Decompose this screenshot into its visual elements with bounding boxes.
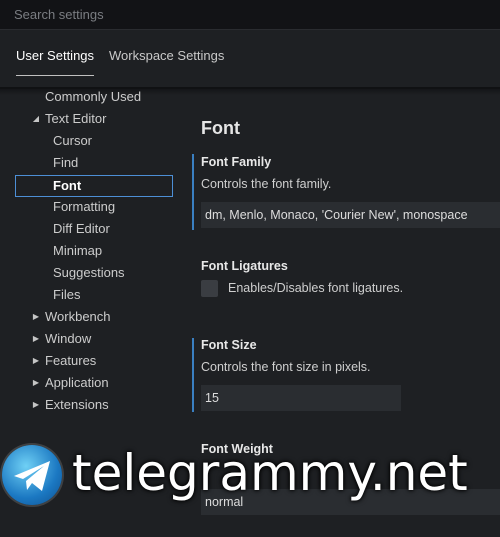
tree-item-diff-editor[interactable]: Diff Editor	[53, 218, 110, 240]
chevron-right-icon: ▶	[32, 378, 40, 387]
setting-font-ligatures: Font Ligatures Enables/Disables font lig…	[190, 258, 500, 304]
search-input[interactable]	[0, 0, 500, 29]
setting-font-size: Font Size Controls the font size in pixe…	[190, 338, 500, 412]
tree-item-label: Minimap	[53, 243, 103, 258]
tree-item-window[interactable]: ▶ Window	[33, 328, 92, 350]
setting-description: Enables/Disables font ligatures.	[228, 281, 404, 295]
tree-item-features[interactable]: ▶ Features	[33, 350, 97, 372]
tree-item-font[interactable]: Font	[15, 175, 173, 197]
paper-plane-icon	[14, 461, 50, 491]
tab-user-settings[interactable]: User Settings	[16, 48, 95, 76]
search-bar	[0, 0, 500, 30]
tree-item-label: Files	[53, 287, 81, 302]
chevron-right-icon: ▶	[32, 356, 40, 365]
tree-item-label: Suggestions	[53, 265, 125, 280]
tree-item-label: Features	[45, 353, 97, 368]
tree-item-formatting[interactable]: Formatting	[53, 196, 115, 218]
watermark-text: telegrammy.net	[72, 444, 468, 502]
tree-item-label: Application	[45, 375, 109, 390]
tree-item-label: Formatting	[53, 199, 116, 214]
setting-description: Controls the font family.	[201, 177, 332, 191]
tree-item-label: Extensions	[45, 397, 109, 412]
chevron-right-icon: ▶	[32, 312, 40, 321]
active-tab-underline	[16, 75, 95, 76]
font-size-input[interactable]: 15	[201, 385, 401, 411]
setting-focus-indicator	[192, 154, 194, 230]
tree-item-label: Font	[53, 178, 82, 193]
font-ligatures-checkbox[interactable]	[201, 280, 218, 297]
settings-tabs: User Settings Workspace Settings	[0, 30, 500, 88]
tree-item-commonly-used[interactable]: Commonly Used	[45, 86, 141, 108]
section-title: Font	[201, 118, 240, 138]
tree-item-label: Text Editor	[45, 111, 107, 126]
tab-label: User Settings	[16, 48, 95, 63]
tree-item-extensions[interactable]: ▶ Extensions	[33, 394, 109, 416]
tree-item-application[interactable]: ▶ Application	[33, 372, 109, 394]
tree-item-label: Find	[53, 155, 79, 170]
tree-item-label: Workbench	[45, 309, 111, 324]
tree-item-text-editor[interactable]: ◢ Text Editor	[33, 108, 107, 130]
tree-item-label: Commonly Used	[45, 89, 142, 104]
setting-font-family: Font Family Controls the font family. dm…	[190, 154, 500, 230]
setting-name: Font Size	[201, 338, 257, 352]
setting-focus-indicator	[192, 338, 194, 412]
chevron-right-icon: ▶	[32, 400, 40, 409]
tree-item-workbench[interactable]: ▶ Workbench	[33, 306, 111, 328]
font-family-input[interactable]: dm, Menlo, Monaco, 'Courier New', monosp…	[201, 202, 500, 228]
setting-name: Font Family	[201, 155, 272, 169]
tree-item-minimap[interactable]: Minimap	[53, 240, 102, 262]
setting-name: Font Ligatures	[201, 259, 288, 273]
chevron-right-icon: ▶	[32, 334, 40, 343]
setting-description: Controls the font size in pixels.	[201, 360, 371, 374]
tree-item-files[interactable]: Files	[53, 284, 80, 306]
expanded-arrow-icon: ◢	[32, 114, 40, 123]
watermark: telegrammy.net	[0, 440, 500, 537]
tree-item-label: Window	[45, 331, 92, 346]
tree-item-label: Cursor	[53, 133, 93, 148]
tree-item-suggestions[interactable]: Suggestions	[53, 262, 125, 284]
tab-workspace-settings[interactable]: Workspace Settings	[109, 48, 224, 72]
tab-label: Workspace Settings	[109, 48, 225, 63]
tree-item-find[interactable]: Find	[53, 152, 78, 174]
globe-logo-icon	[2, 445, 62, 505]
tree-item-label: Diff Editor	[53, 221, 110, 236]
tree-item-cursor[interactable]: Cursor	[53, 130, 92, 152]
